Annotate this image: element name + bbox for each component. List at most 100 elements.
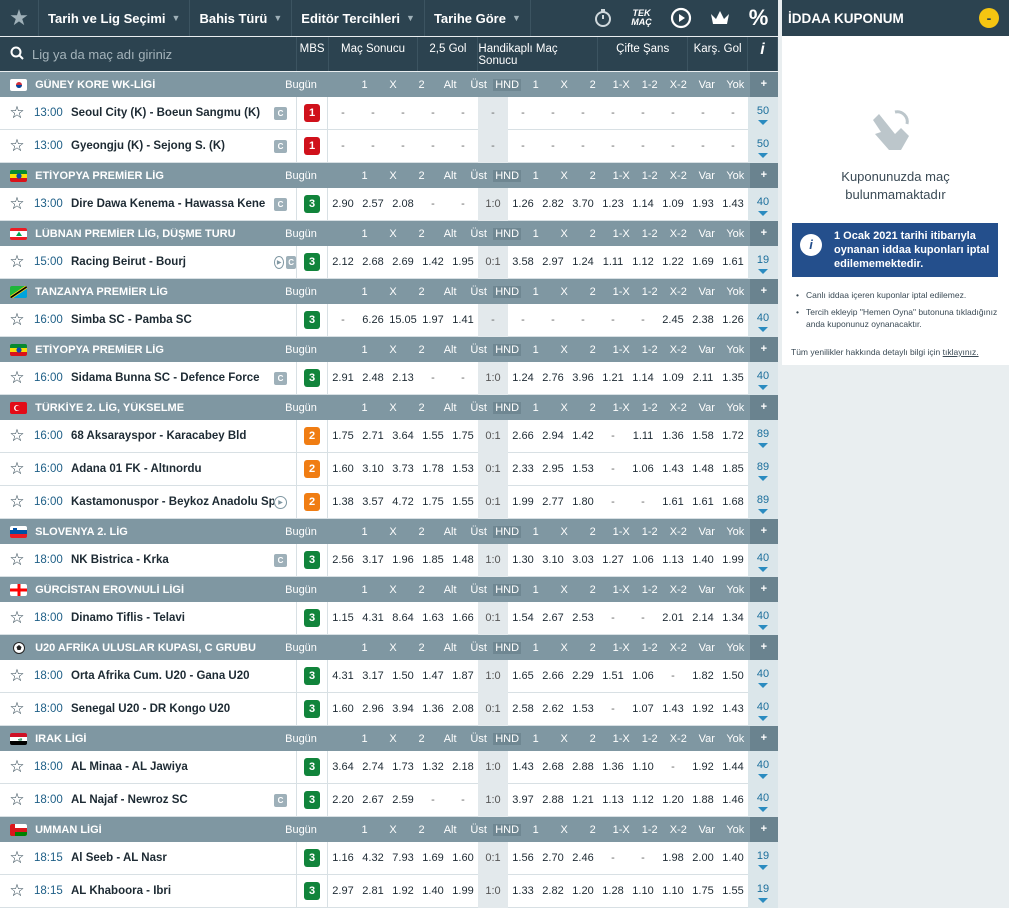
odds-cell[interactable]: 1.10 — [628, 751, 658, 784]
play-circle-icon[interactable]: ▶ — [274, 255, 285, 269]
odds-cell[interactable]: 1.50 — [718, 660, 748, 693]
match-teams[interactable]: Sidama Bunna SC - Defence Force — [71, 372, 274, 384]
odds-cell[interactable]: 1.85 — [718, 453, 748, 486]
favorite-star-icon[interactable]: ☆ — [0, 608, 34, 628]
more-markets-button[interactable]: 40 — [748, 692, 778, 726]
odds-cell[interactable]: 1.88 — [688, 784, 718, 817]
odds-cell[interactable]: 1.53 — [568, 693, 598, 726]
more-markets-button[interactable]: 40 — [748, 750, 778, 784]
odds-cell[interactable]: 3.73 — [388, 453, 418, 486]
odds-cell[interactable]: 3.10 — [358, 453, 388, 486]
odds-cell[interactable]: 1.14 — [628, 362, 658, 395]
odds-cell[interactable]: 1.55 — [418, 420, 448, 453]
odds-cell[interactable]: 1.06 — [628, 660, 658, 693]
league-header[interactable]: GÜNEY KORE WK-LİGİ Bugün 1 X 2 Alt Üst HND 1 X 2 1-… — [0, 72, 779, 97]
favorite-star-icon[interactable]: ☆ — [0, 194, 34, 214]
odds-cell[interactable]: 1.61 — [718, 246, 748, 279]
tek-mac-icon[interactable]: TEK MAÇ — [622, 0, 661, 36]
menu-date-league[interactable]: Tarih ve Lig Seçimi ▼ — [38, 0, 189, 36]
more-markets-button[interactable]: 40 — [748, 783, 778, 817]
odds-cell[interactable]: 2.00 — [688, 842, 718, 875]
odds-cell[interactable]: 1.10 — [628, 875, 658, 908]
odds-cell[interactable]: 6.26 — [358, 304, 388, 337]
odds-cell[interactable]: 1.32 — [418, 751, 448, 784]
more-markets-button[interactable]: 40 — [748, 361, 778, 395]
odds-cell[interactable]: 15.05 — [388, 304, 418, 337]
favorite-star-icon[interactable]: ☆ — [0, 368, 34, 388]
more-markets-button[interactable]: 50 — [748, 96, 778, 130]
odds-cell[interactable]: 1.92 — [388, 875, 418, 908]
odds-cell[interactable]: 1.11 — [628, 420, 658, 453]
odds-cell[interactable]: 3.70 — [568, 188, 598, 221]
match-teams[interactable]: Seoul City (K) - Boeun Sangmu (K) — [71, 107, 274, 119]
odds-cell[interactable]: 3.10 — [538, 544, 568, 577]
odds-cell[interactable]: 1.75 — [448, 420, 478, 453]
favorite-star-icon[interactable]: ☆ — [0, 103, 34, 123]
odds-cell[interactable]: 1.65 — [508, 660, 538, 693]
odds-cell[interactable]: 1.48 — [688, 453, 718, 486]
odds-cell[interactable]: 1.54 — [508, 602, 538, 635]
match-teams[interactable]: 68 Aksarayspor - Karacabey Bld — [71, 430, 274, 442]
odds-cell[interactable]: 1.72 — [718, 420, 748, 453]
odds-cell[interactable]: 2.97 — [328, 875, 358, 908]
odds-cell[interactable]: 1.63 — [418, 602, 448, 635]
odds-cell[interactable]: 2.66 — [508, 420, 538, 453]
odds-cell[interactable]: 1.12 — [628, 784, 658, 817]
odds-cell[interactable]: 1.75 — [688, 875, 718, 908]
menu-editor-picks[interactable]: Editör Tercihleri ▼ — [291, 0, 424, 36]
odds-cell[interactable]: 2.01 — [658, 602, 688, 635]
odds-cell[interactable]: 2.88 — [538, 784, 568, 817]
odds-cell[interactable]: 1.36 — [598, 751, 628, 784]
odds-cell[interactable]: 2.77 — [538, 486, 568, 519]
odds-cell[interactable]: 1.55 — [718, 875, 748, 908]
odds-cell[interactable]: 2.90 — [328, 188, 358, 221]
odds-cell[interactable]: 1.69 — [688, 246, 718, 279]
odds-cell[interactable]: 1.80 — [568, 486, 598, 519]
odds-cell[interactable]: 1.73 — [388, 751, 418, 784]
odds-cell[interactable]: 1.95 — [448, 246, 478, 279]
odds-cell[interactable]: 3.58 — [508, 246, 538, 279]
odds-cell[interactable]: 2.67 — [358, 784, 388, 817]
odds-cell[interactable]: 2.68 — [538, 751, 568, 784]
odds-cell[interactable]: 1.69 — [418, 842, 448, 875]
favorite-star-icon[interactable]: ☆ — [0, 492, 34, 512]
odds-cell[interactable]: 1.06 — [628, 544, 658, 577]
odds-cell[interactable]: 2.57 — [358, 188, 388, 221]
odds-cell[interactable]: 1.53 — [448, 453, 478, 486]
league-header[interactable]: ﷲ IRAK LİGİ Bugün 1 X 2 Alt Üst HND 1 X 2 1-X 1-2 X-2 V… — [0, 726, 779, 751]
odds-cell[interactable]: 4.31 — [328, 660, 358, 693]
crown-icon[interactable] — [700, 0, 739, 36]
odds-cell[interactable]: 1.30 — [508, 544, 538, 577]
odds-cell[interactable]: 2.71 — [358, 420, 388, 453]
odds-cell[interactable]: 2.12 — [328, 246, 358, 279]
odds-cell[interactable]: 3.96 — [568, 362, 598, 395]
odds-cell[interactable]: 1.48 — [448, 544, 478, 577]
odds-cell[interactable]: 1.43 — [508, 751, 538, 784]
league-header[interactable]: LÜBNAN PREMİER LİG, DÜŞME TURU Bugün 1 X 2 Al… — [0, 221, 779, 246]
odds-cell[interactable]: 4.72 — [388, 486, 418, 519]
odds-cell[interactable]: 1.92 — [688, 751, 718, 784]
odds-cell[interactable]: 1.13 — [658, 544, 688, 577]
odds-cell[interactable]: 1.11 — [598, 246, 628, 279]
odds-cell[interactable]: 1.60 — [328, 693, 358, 726]
match-teams[interactable]: Al Seeb - AL Nasr — [71, 852, 274, 864]
odds-cell[interactable]: 1.20 — [568, 875, 598, 908]
odds-cell[interactable]: 3.57 — [358, 486, 388, 519]
odds-cell[interactable]: 2.97 — [538, 246, 568, 279]
more-markets-button[interactable]: 40 — [748, 303, 778, 337]
odds-cell[interactable]: 1.56 — [508, 842, 538, 875]
league-header[interactable]: GÜRCİSTAN EROVNULİ LİGİ Bugün 1 X 2 Alt Üst HND… — [0, 577, 779, 602]
more-markets-button[interactable]: 40 — [748, 187, 778, 221]
odds-cell[interactable]: 3.64 — [328, 751, 358, 784]
odds-cell[interactable]: 1.24 — [508, 362, 538, 395]
odds-cell[interactable]: 2.96 — [358, 693, 388, 726]
odds-cell[interactable]: 2.88 — [568, 751, 598, 784]
odds-cell[interactable]: 2.08 — [448, 693, 478, 726]
odds-cell[interactable]: 2.91 — [328, 362, 358, 395]
odds-cell[interactable]: 3.03 — [568, 544, 598, 577]
favorites-star-icon[interactable]: ★ — [0, 0, 38, 36]
expand-league-button[interactable]: + — [749, 72, 779, 97]
expand-league-button[interactable]: + — [749, 221, 779, 246]
odds-cell[interactable]: 8.64 — [388, 602, 418, 635]
odds-cell[interactable]: 2.33 — [508, 453, 538, 486]
